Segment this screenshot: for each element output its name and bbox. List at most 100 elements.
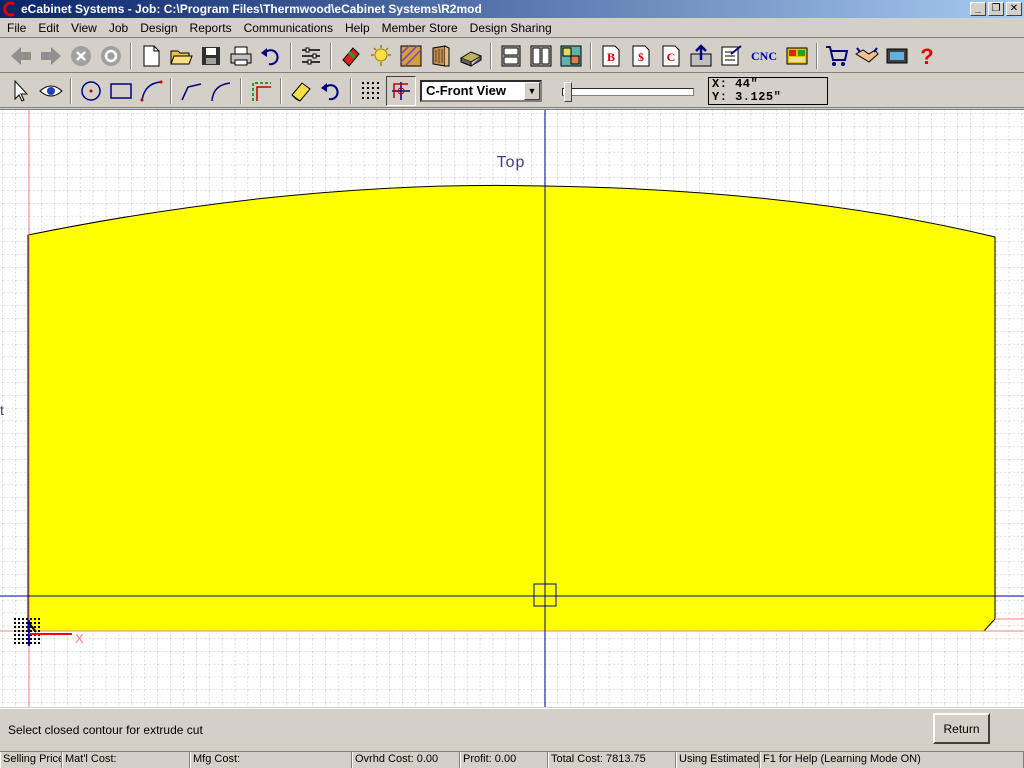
back-arrow-icon: [11, 46, 31, 65]
x-axis-label: X: [75, 631, 84, 646]
film-icon: [886, 48, 908, 63]
menu-job[interactable]: Job: [103, 19, 134, 37]
paint-tool-icon: [342, 46, 360, 67]
title-bar: eCabinet Systems - Job: C:\Program Files…: [0, 0, 1024, 18]
arc-tool-button[interactable]: [136, 76, 166, 106]
left-edge-label: t: [0, 402, 4, 418]
color-grid-button[interactable]: [782, 41, 812, 71]
coordinate-readout: X: 44" Y: 3.125": [708, 76, 828, 105]
arc-icon: [140, 80, 163, 101]
help-button[interactable]: ?: [912, 41, 942, 71]
select-tool-button[interactable]: [6, 76, 36, 106]
texture-button[interactable]: [396, 41, 426, 71]
status-mfg-cost: Mfg Cost:: [190, 752, 352, 768]
view-select[interactable]: C-Front View ▼: [420, 79, 542, 102]
light-icon: [371, 44, 391, 66]
light-button[interactable]: [366, 41, 396, 71]
bill-report-button[interactable]: B: [596, 41, 626, 71]
shopping-cart-button[interactable]: [822, 41, 852, 71]
menu-view[interactable]: View: [65, 19, 103, 37]
new-file-icon: [143, 45, 160, 66]
menu-design[interactable]: Design: [134, 19, 183, 37]
back-button[interactable]: [6, 41, 36, 71]
menu-bar: File Edit View Job Design Reports Commun…: [0, 18, 1024, 38]
settings-button[interactable]: [296, 41, 326, 71]
minimize-button[interactable]: _: [970, 2, 986, 16]
paint-button[interactable]: [336, 41, 366, 71]
cnc-label: CNC: [751, 49, 777, 63]
return-button[interactable]: Return: [933, 713, 990, 744]
grid-toggle-button[interactable]: [356, 76, 386, 106]
menu-member-store[interactable]: Member Store: [376, 19, 464, 37]
color-grid-icon: [786, 47, 808, 64]
film-button[interactable]: [882, 41, 912, 71]
rectangle-tool-button[interactable]: [106, 76, 136, 106]
zoom-slider[interactable]: [562, 80, 694, 102]
panel-button[interactable]: [456, 41, 486, 71]
bill-report-icon: B: [602, 45, 620, 66]
chevron-down-icon[interactable]: ▼: [524, 81, 540, 100]
cnc-button[interactable]: CNC: [746, 41, 782, 71]
snap-tool-button[interactable]: [386, 75, 416, 106]
cabinet-double-button[interactable]: [526, 41, 556, 71]
open-folder-icon: [170, 50, 193, 64]
command-prompt-area: Select closed contour for extrude cut Re…: [0, 708, 1024, 750]
pointer-arrow-icon: [14, 79, 29, 102]
status-overhead-cost: Ovrhd Cost: 0.00: [352, 752, 460, 768]
undo-icon: [261, 47, 279, 65]
undo-button[interactable]: [256, 41, 286, 71]
line-tool-button[interactable]: [176, 76, 206, 106]
view-select-value: C-Front View: [426, 83, 506, 98]
open-button[interactable]: [166, 41, 196, 71]
new-button[interactable]: [136, 41, 166, 71]
cut-report-button[interactable]: C: [656, 41, 686, 71]
coord-x: X: 44": [712, 76, 759, 91]
texture-icon: [400, 44, 422, 67]
drawing-canvas[interactable]: Top t X: [0, 109, 1024, 707]
layout-button[interactable]: [556, 41, 586, 71]
cabinet-button[interactable]: [496, 41, 526, 71]
panel-icon: [459, 50, 483, 67]
menu-reports[interactable]: Reports: [184, 19, 238, 37]
door-button[interactable]: [426, 41, 456, 71]
cabinet-double-icon: [530, 45, 552, 66]
refresh-button[interactable]: [96, 41, 126, 71]
minimize-icon: _: [975, 3, 981, 14]
cost-report-button[interactable]: $: [626, 41, 656, 71]
stop-button[interactable]: [66, 41, 96, 71]
restore-button[interactable]: ❐: [988, 2, 1004, 16]
help-label: ?: [920, 44, 933, 68]
circle-tool-button[interactable]: [76, 76, 106, 106]
line-icon: [181, 82, 202, 100]
print-button[interactable]: [226, 41, 256, 71]
undo-draw-button[interactable]: [316, 76, 346, 106]
eraser-icon: [291, 81, 311, 102]
menu-communications[interactable]: Communications: [238, 19, 339, 37]
snap-icon: [392, 81, 410, 100]
forward-button[interactable]: [36, 41, 66, 71]
handshake-button[interactable]: [852, 41, 882, 71]
view-eye-button[interactable]: [36, 76, 66, 106]
menu-design-sharing[interactable]: Design Sharing: [464, 19, 558, 37]
menu-edit[interactable]: Edit: [32, 19, 65, 37]
curve-tool-button[interactable]: [206, 76, 236, 106]
menu-file[interactable]: File: [1, 19, 32, 37]
checklist-button[interactable]: [716, 41, 746, 71]
door-icon: [432, 44, 450, 67]
corner-tool-button[interactable]: [246, 76, 276, 106]
drawing-toolbar: C-Front View ▼ X: 44" Y: 3.125": [0, 74, 1024, 108]
slider-thumb[interactable]: [564, 81, 572, 102]
save-button[interactable]: [196, 41, 226, 71]
close-icon: ✕: [1009, 3, 1019, 14]
assembly-button[interactable]: [686, 41, 716, 71]
close-button[interactable]: ✕: [1006, 2, 1022, 16]
panel-shape[interactable]: [27, 184, 996, 632]
status-bar: Selling Price: Mat'l Cost: Mfg Cost: Ovr…: [0, 751, 1024, 768]
menu-help[interactable]: Help: [339, 19, 376, 37]
eraser-tool-button[interactable]: [286, 76, 316, 106]
refresh-icon: [101, 45, 121, 66]
save-icon: [202, 46, 220, 65]
corner-icon: [252, 81, 271, 101]
eye-icon: [39, 85, 63, 96]
app-logo-icon: [2, 1, 18, 17]
